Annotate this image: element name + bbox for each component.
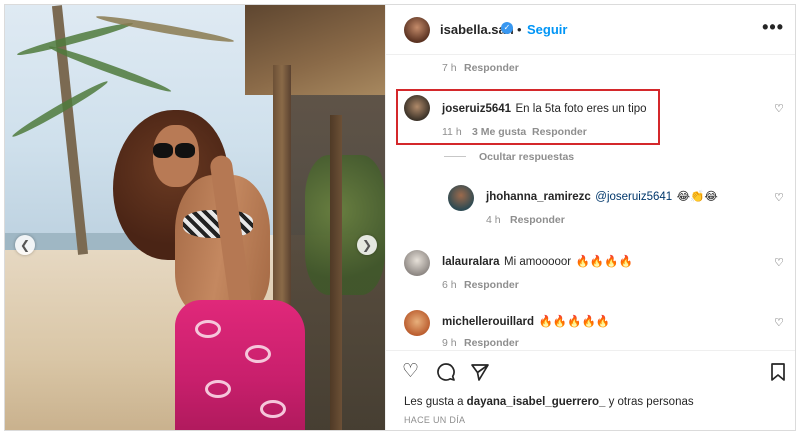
- comment-likes[interactable]: 3 Me gusta: [472, 126, 526, 138]
- comment-body: joseruiz5641 En la 5ta foto eres un tipo: [442, 99, 647, 117]
- prev-photo-button[interactable]: ❮: [15, 235, 35, 255]
- comment-time: 11 h: [442, 126, 462, 138]
- avatar[interactable]: [404, 95, 430, 121]
- person-sarong: [175, 300, 305, 430]
- verified-badge-icon: ✓: [501, 22, 513, 34]
- like-comment-heart-icon[interactable]: ♡: [774, 193, 785, 204]
- reply-button[interactable]: Responder: [464, 337, 519, 349]
- comment-text: Mi amooooor: [504, 256, 572, 268]
- hut-post: [330, 115, 342, 430]
- divider: [444, 156, 466, 157]
- heart-icon[interactable]: ♡: [402, 360, 419, 383]
- comment-text: En la 5ta foto eres un tipo: [515, 103, 647, 115]
- likes-summary: Les gusta a dayana_isabel_guerrero_ y ot…: [404, 396, 694, 408]
- bookmark-icon[interactable]: [770, 362, 786, 382]
- comment-body: lalauralara Mi amooooor 🔥🔥🔥🔥: [442, 252, 633, 270]
- like-comment-heart-icon[interactable]: ♡: [774, 318, 785, 329]
- likes-user-link[interactable]: dayana_isabel_guerrero_: [467, 396, 606, 408]
- avatar[interactable]: [448, 185, 474, 211]
- avatar[interactable]: [404, 17, 430, 43]
- foliage: [305, 155, 385, 295]
- follow-button[interactable]: Seguir: [527, 22, 567, 37]
- comment-emojis: 🔥🔥🔥🔥🔥: [538, 316, 611, 328]
- reply-button[interactable]: Responder: [532, 126, 587, 138]
- like-comment-heart-icon[interactable]: ♡: [774, 104, 785, 115]
- reply-button[interactable]: Responder: [464, 62, 519, 74]
- comment-time: 9 h: [442, 337, 457, 349]
- comment-icon[interactable]: [436, 362, 456, 382]
- hide-replies-button[interactable]: Ocultar respuestas: [479, 151, 574, 163]
- next-photo-button[interactable]: ❯: [357, 235, 377, 255]
- post-header: isabella.san ✓ • Seguir •••: [386, 5, 795, 55]
- comment-body: michellerouillard 🔥🔥🔥🔥🔥: [442, 312, 610, 330]
- more-options-icon[interactable]: •••: [762, 17, 784, 38]
- likes-prefix: Les gusta a: [404, 396, 464, 408]
- sunglasses: [151, 143, 197, 159]
- post-photo[interactable]: ❮ ❯: [5, 5, 385, 430]
- separator-dot: •: [517, 22, 522, 37]
- chevron-left-icon: ❮: [19, 238, 31, 252]
- reply-emojis: 😂👏😂: [676, 191, 718, 203]
- comment-time: 6 h: [442, 279, 457, 291]
- share-icon[interactable]: [470, 362, 490, 382]
- post-timestamp: HACE UN DÍA: [404, 415, 466, 425]
- comment-username[interactable]: michellerouillard: [442, 316, 534, 328]
- comment-username[interactable]: joseruiz5641: [442, 103, 511, 115]
- reply-mention[interactable]: @joseruiz5641: [595, 191, 672, 203]
- like-comment-heart-icon[interactable]: ♡: [774, 258, 785, 269]
- comments-panel: isabella.san ✓ • Seguir ••• 7 h Responde…: [385, 5, 795, 430]
- comment-username[interactable]: lalauralara: [442, 256, 500, 268]
- reply-button[interactable]: Responder: [464, 279, 519, 291]
- chevron-right-icon: ❯: [361, 238, 373, 252]
- divider: [386, 350, 795, 351]
- reply-button[interactable]: Responder: [510, 214, 565, 226]
- comment-time: 7 h: [442, 62, 457, 74]
- comment-emojis: 🔥🔥🔥🔥: [575, 256, 633, 268]
- likes-suffix[interactable]: y otras personas: [609, 396, 694, 408]
- reply-username[interactable]: jhohanna_ramirezc: [486, 191, 591, 203]
- avatar[interactable]: [404, 250, 430, 276]
- reply-time: 4 h: [486, 214, 501, 226]
- reply-body: jhohanna_ramirezc @joseruiz5641 😂👏😂: [486, 187, 718, 205]
- post-window: ❮ ❯ isabella.san ✓ • Seguir ••• 7 h Resp…: [4, 4, 796, 431]
- highlight-box: [396, 89, 660, 145]
- avatar[interactable]: [404, 310, 430, 336]
- hut-roof: [245, 5, 385, 95]
